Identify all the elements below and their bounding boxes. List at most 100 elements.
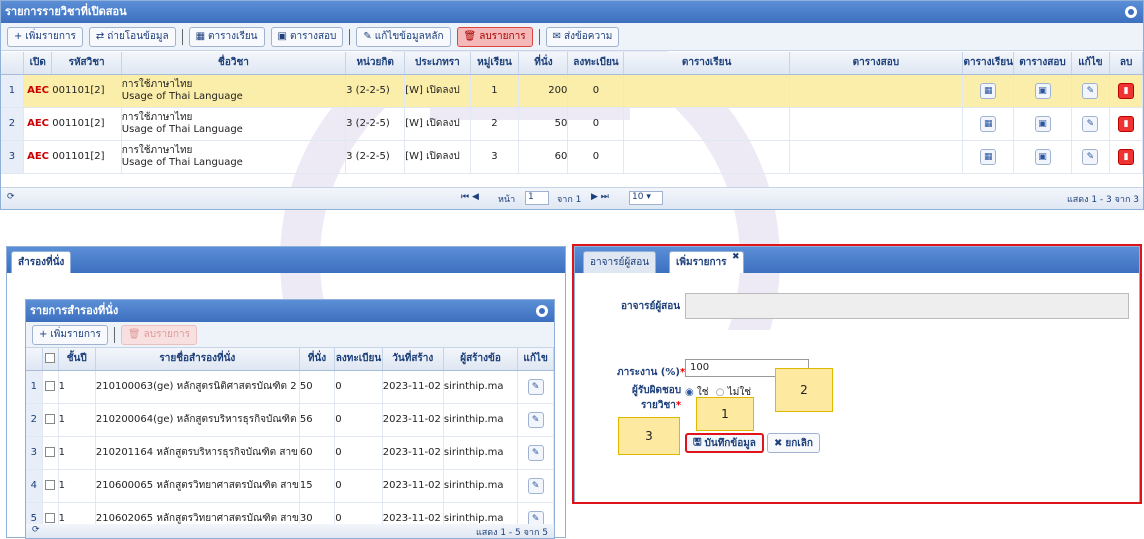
- toolbar-divider: [181, 28, 183, 45]
- header-select-all[interactable]: [42, 348, 59, 371]
- transfer-icon: ⇄: [95, 31, 105, 42]
- tab-reserve[interactable]: สำรองที่นั่ง: [11, 251, 72, 273]
- table-row[interactable]: 1 AEC 001101[2] การใช้ภาษาไทย Usage of Th…: [1, 74, 1143, 108]
- header-delete[interactable]: ลบ: [1109, 52, 1143, 75]
- course-code-cell: AEC 001101[2]: [23, 140, 122, 174]
- page-input[interactable]: 1: [525, 191, 549, 205]
- edit-icon[interactable]: ✎: [1082, 115, 1099, 132]
- delete-icon[interactable]: ▮: [1118, 115, 1135, 132]
- seats: 15: [299, 469, 336, 503]
- delete-reserve-button[interactable]: 🗑 ลบรายการ: [120, 324, 197, 345]
- registered: 0: [567, 140, 625, 174]
- row-checkbox[interactable]: [45, 513, 56, 523]
- next-page-icon[interactable]: ▶ ⏭: [591, 192, 609, 202]
- row-checkbox[interactable]: [45, 447, 56, 457]
- edit-icon[interactable]: ✎: [527, 411, 544, 428]
- header-created[interactable]: วันที่สร้าง: [382, 348, 444, 371]
- header-edit[interactable]: แก้ไข: [517, 348, 554, 371]
- collapse-icon[interactable]: [1125, 6, 1137, 18]
- courses-panel: รายการรายวิชาที่เปิดสอน + เพิ่มรายการ ⇄ ถ่…: [0, 0, 1144, 210]
- reserve-table: ชั้นปี รายชื่อสำรองที่นั่ง ที่นั่ง ลงทะเ…: [26, 348, 554, 536]
- header-examtable-btn[interactable]: ตารางสอบ: [1013, 52, 1072, 75]
- transfer-data-button[interactable]: ⇄ ถ่ายโอนข้อมูล: [88, 26, 176, 47]
- reserve-name: 210201164 หลักสูตรบริหารธุรกิจบัณฑิต สาข: [95, 436, 300, 470]
- header-type[interactable]: ประเภทรา: [404, 52, 471, 75]
- delete-icon[interactable]: ▮: [1118, 148, 1135, 165]
- add-reserve-button[interactable]: + เพิ่มรายการ: [32, 324, 108, 345]
- timetable-icon[interactable]: ▦: [980, 82, 997, 99]
- aec-tag: AEC: [27, 118, 50, 129]
- creator: sirinthip.ma: [443, 469, 519, 503]
- page-size-select[interactable]: 10 ▾: [629, 191, 663, 205]
- row-checkbox[interactable]: [45, 381, 56, 391]
- header-credit[interactable]: หน่วยกิต: [345, 52, 406, 75]
- delete-course-button[interactable]: 🗑 ลบรายการ: [456, 26, 533, 47]
- collapse-icon[interactable]: [536, 305, 548, 317]
- header-reserve-name[interactable]: รายชื่อสำรองที่นั่ง: [95, 348, 300, 371]
- courses-panel-title-text: รายการรายวิชาที่เปิดสอน: [5, 5, 127, 18]
- edit-icon[interactable]: ✎: [527, 477, 544, 494]
- plus-icon: +: [39, 329, 48, 340]
- registered: 0: [334, 469, 383, 503]
- table-row[interactable]: 2 1 210200064(ge) หลักสูตรบริหารธุรกิจบั…: [26, 403, 554, 437]
- course-type: [W] เปิดลงป: [404, 74, 471, 108]
- creator: sirinthip.ma: [443, 370, 519, 404]
- edit-icon[interactable]: ✎: [527, 378, 544, 395]
- row-checkbox[interactable]: [45, 414, 56, 424]
- edit-icon[interactable]: ✎: [527, 444, 544, 461]
- year: 1: [58, 436, 96, 470]
- header-code[interactable]: รหัสวิชา: [51, 52, 122, 75]
- delete-icon[interactable]: ▮: [1118, 82, 1135, 99]
- calendar-icon: ▦: [195, 31, 206, 42]
- send-message-button[interactable]: ✉ ส่งข้อความ: [545, 26, 620, 47]
- reserve-list-panel: รายการสำรองที่นั่ง + เพิ่มรายการ 🗑 ลบรายกา…: [25, 299, 555, 539]
- header-year[interactable]: ชั้นปี: [58, 348, 96, 371]
- header-registered[interactable]: ลงทะเบียน: [334, 348, 383, 371]
- header-timetable-btn[interactable]: ตารางเรียน: [962, 52, 1015, 75]
- add-course-label: เพิ่มรายการ: [25, 31, 76, 42]
- created-date: 2023-11-02: [382, 370, 444, 404]
- tab-reserve-label: สำรองที่นั่ง: [18, 257, 65, 268]
- course-name-cell: การใช้ภาษาไทย Usage of Thai Language: [121, 107, 347, 141]
- add-course-button[interactable]: + เพิ่มรายการ: [7, 26, 83, 47]
- course-name-en: Usage of Thai Language: [121, 123, 243, 135]
- examtable-icon[interactable]: ▣: [1034, 115, 1051, 132]
- header-creator[interactable]: ผู้สร้างข้อ: [443, 348, 519, 371]
- table-row[interactable]: 4 1 210600065 หลักสูตรวิทยาศาสตรบัณฑิต ส…: [26, 469, 554, 503]
- header-registered[interactable]: ลงทะเบียน: [567, 52, 625, 75]
- header-timetable[interactable]: ตารางเรียน: [623, 52, 790, 75]
- examtable-icon[interactable]: ▣: [1034, 82, 1051, 99]
- edit-main-data-button[interactable]: ✎ แก้ไขข้อมูลหลัก: [356, 26, 451, 47]
- header-section[interactable]: หมู่เรียน: [470, 52, 520, 75]
- timetable-icon[interactable]: ▦: [980, 115, 997, 132]
- header-edit[interactable]: แก้ไข: [1071, 52, 1111, 75]
- table-row[interactable]: 3 AEC 001101[2] การใช้ภาษาไทย Usage of Th…: [1, 140, 1143, 174]
- reserve-list-title-text: รายการสำรองที่นั่ง: [30, 304, 119, 317]
- examtable-icon[interactable]: ▣: [1034, 148, 1051, 165]
- table-row[interactable]: 2 AEC 001101[2] การใช้ภาษาไทย Usage of Th…: [1, 107, 1143, 141]
- header-seats[interactable]: ที่นั่ง: [299, 348, 336, 371]
- header-examtable[interactable]: ตารางสอบ: [789, 52, 964, 75]
- header-name[interactable]: ชื่อวิชา: [121, 52, 347, 75]
- refresh-icon[interactable]: ⟳: [32, 525, 40, 535]
- edit-icon[interactable]: ✎: [1082, 148, 1099, 165]
- refresh-icon[interactable]: ⟳: [7, 192, 15, 202]
- aec-tag: AEC: [27, 151, 50, 162]
- examtable-button[interactable]: ▣ ตารางสอบ: [270, 26, 344, 47]
- creator: sirinthip.ma: [443, 403, 519, 437]
- edit-main-label: แก้ไขข้อมูลหลัก: [374, 31, 444, 42]
- header-seats[interactable]: ที่นั่ง: [518, 52, 569, 75]
- first-page-icon[interactable]: ⏮ ◀: [461, 192, 479, 202]
- header-open[interactable]: เปิด: [23, 52, 53, 75]
- pencil-icon: ✎: [363, 31, 372, 42]
- row-checkbox[interactable]: [45, 480, 56, 490]
- select-all-checkbox[interactable]: [45, 353, 56, 364]
- registered: 0: [567, 74, 625, 108]
- course-name-cell: การใช้ภาษาไทย Usage of Thai Language: [121, 140, 347, 174]
- table-row[interactable]: 1 1 210100063(ge) หลักสูตรนิติศาสตรบัณฑิ…: [26, 370, 554, 404]
- table-row[interactable]: 3 1 210201164 หลักสูตรบริหารธุรกิจบัณฑิต…: [26, 436, 554, 470]
- timetable-icon[interactable]: ▦: [980, 148, 997, 165]
- timetable-button[interactable]: ▦ ตารางเรียน: [188, 26, 265, 47]
- row-number: 1: [1, 74, 24, 108]
- edit-icon[interactable]: ✎: [1082, 82, 1099, 99]
